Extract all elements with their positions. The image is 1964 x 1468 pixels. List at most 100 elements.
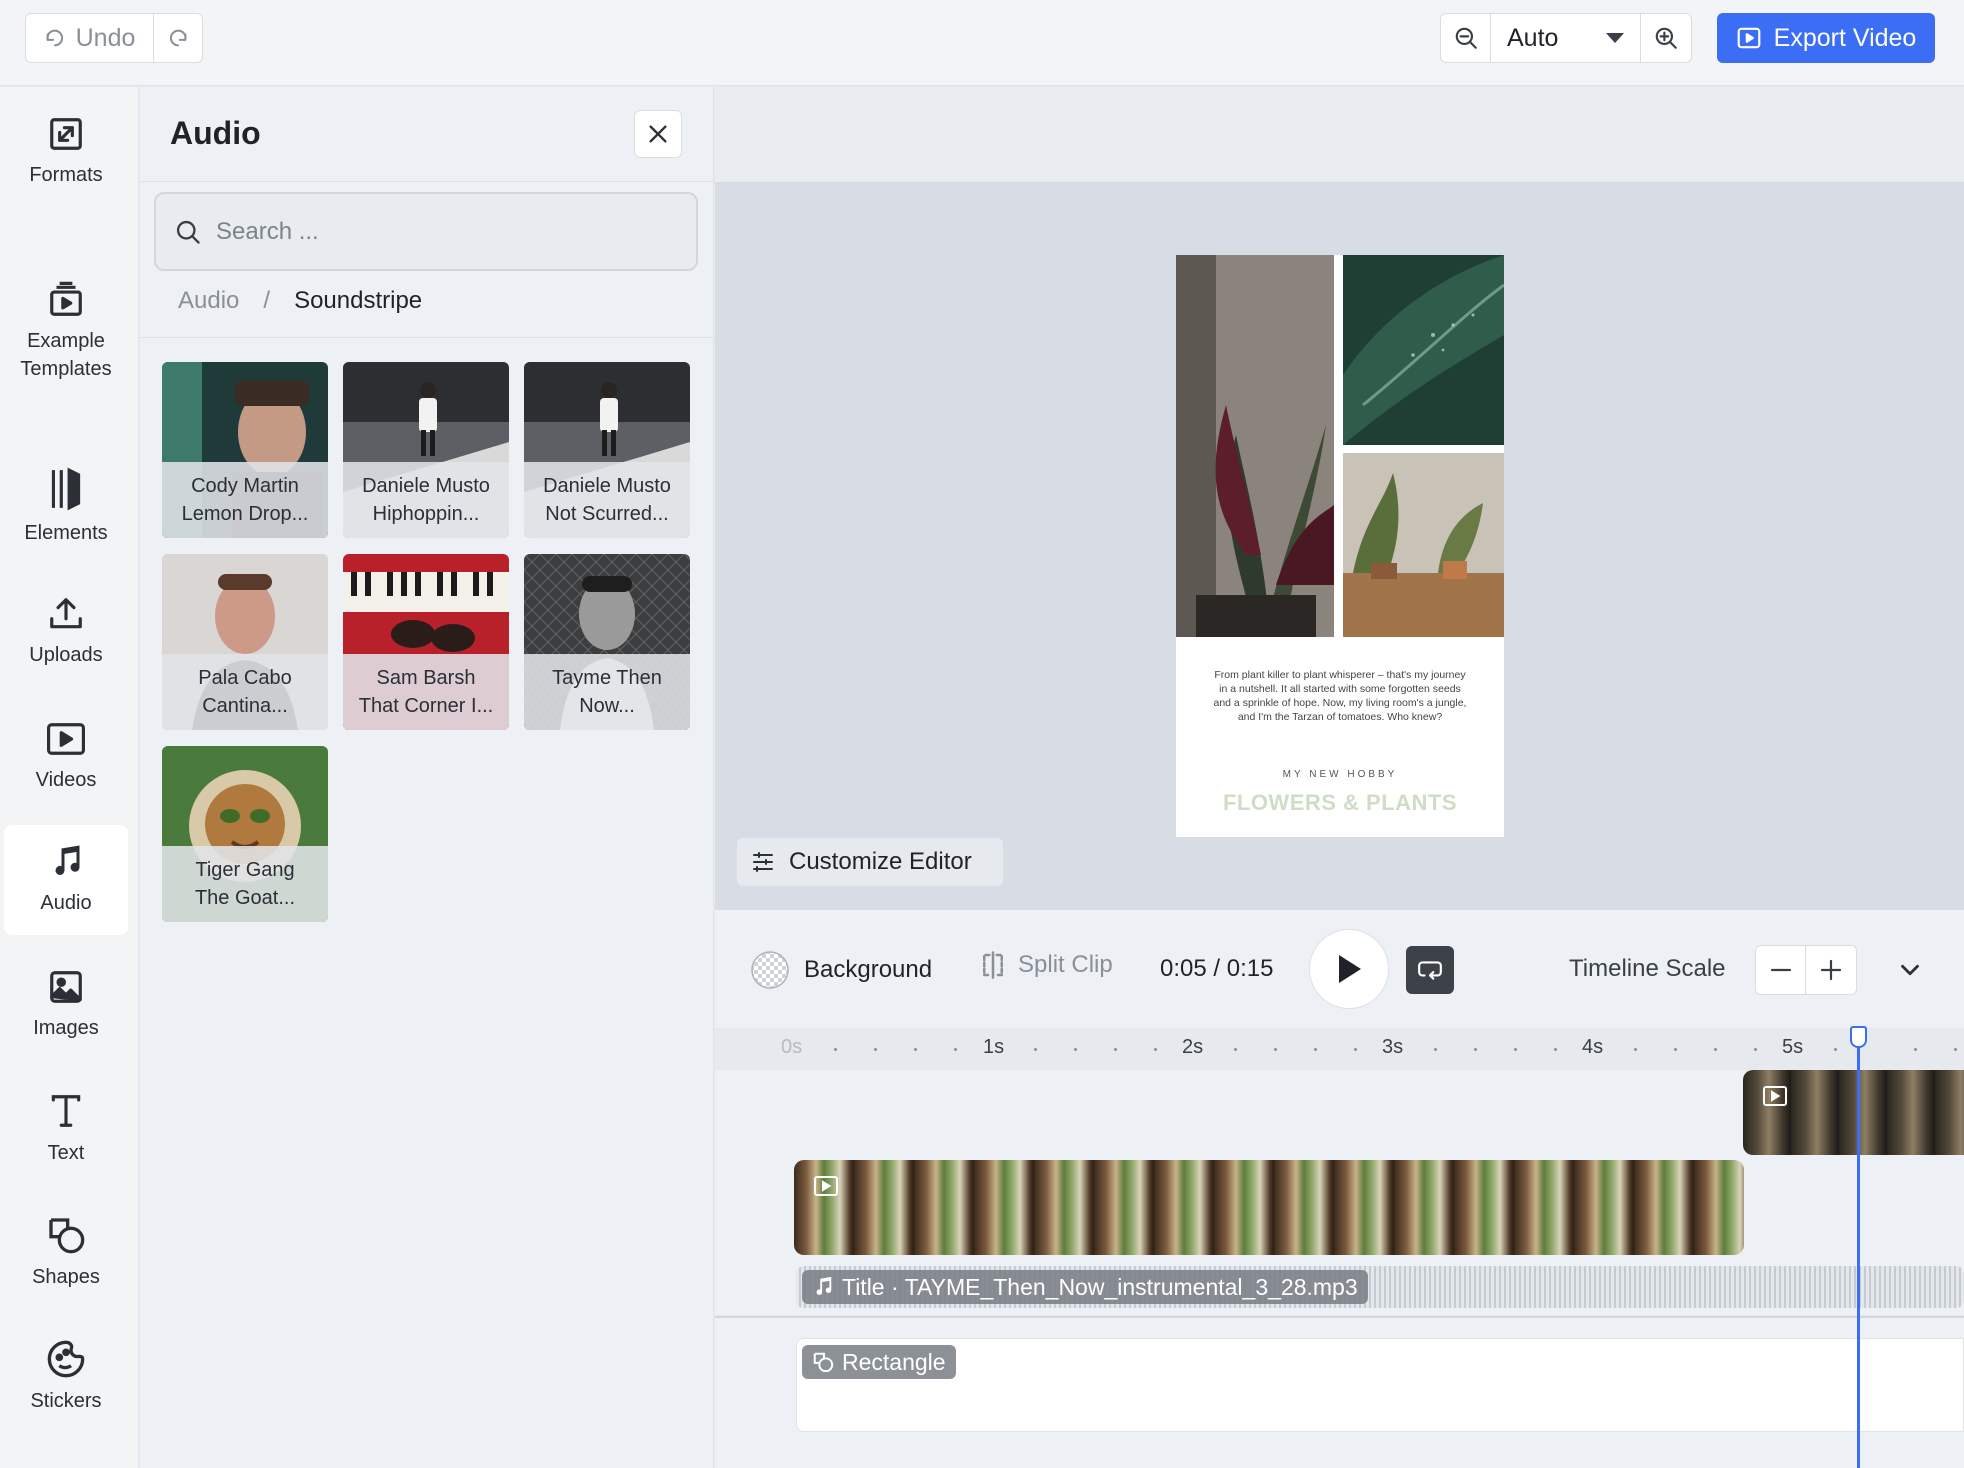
track-caption: Daniele Musto Hiphoppin...: [343, 462, 509, 538]
shapes-icon: [813, 1352, 834, 1373]
redo-button[interactable]: [154, 14, 202, 62]
track-artist: Tiger Gang: [195, 859, 295, 881]
split-clip-button[interactable]: Split Clip: [978, 950, 1113, 980]
undo-label: Undo: [75, 23, 136, 52]
track-caption: Pala Cabo Cantina...: [162, 654, 328, 730]
nav-text[interactable]: Text: [4, 1079, 128, 1179]
playhead[interactable]: [1857, 1026, 1860, 1468]
tick-mark: [1714, 1048, 1717, 1051]
undo-button[interactable]: Undo: [26, 14, 154, 62]
audio-track-tile[interactable]: Sam Barsh That Corner I...: [343, 554, 509, 730]
loop-toggle[interactable]: [1406, 946, 1454, 994]
tick-mark: [874, 1048, 877, 1051]
scale-decrease-button[interactable]: [1756, 946, 1806, 994]
top-toolbar: Undo Auto Export Video: [0, 0, 1964, 86]
audio-track-tile[interactable]: Cody Martin Lemon Drop...: [162, 362, 328, 538]
tick-mark: [1514, 1048, 1517, 1051]
shape-clip[interactable]: [796, 1338, 1964, 1432]
nav-formats[interactable]: Formats: [4, 102, 128, 202]
nav-videos[interactable]: Videos: [4, 707, 128, 807]
audio-track-tile[interactable]: Tiger Gang The Goat...: [162, 746, 328, 922]
nav-label: Text: [47, 1142, 85, 1164]
zoom-group: Auto: [1440, 13, 1692, 63]
timeline-scale-group: [1755, 945, 1857, 995]
zoom-select[interactable]: Auto: [1491, 14, 1641, 62]
audio-track-tile[interactable]: Pala Cabo Cantina...: [162, 554, 328, 730]
play-button[interactable]: [1309, 929, 1389, 1009]
split-icon: [983, 951, 1003, 979]
artboard-body-text[interactable]: From plant killer to plant whisperer – t…: [1212, 668, 1468, 724]
tick-label: 3s: [1382, 1036, 1404, 1058]
track-caption: Tayme Then Now...: [524, 654, 690, 730]
search-input[interactable]: [216, 217, 676, 246]
tick-label: 4s: [1582, 1036, 1604, 1058]
track-title: Cantina...: [202, 695, 288, 717]
video-clip-main[interactable]: [794, 1160, 1744, 1255]
artboard[interactable]: From plant killer to plant whisperer – t…: [1176, 255, 1504, 837]
nav-elements[interactable]: Elements: [4, 457, 128, 557]
artboard-kicker[interactable]: MY NEW HOBBY: [1176, 769, 1504, 780]
video-export-icon: [1737, 27, 1761, 49]
tick-mark: [1114, 1048, 1117, 1051]
scale-increase-button[interactable]: [1806, 946, 1856, 994]
breadcrumb: Audio / Soundstripe: [178, 287, 422, 315]
breadcrumb-audio[interactable]: Audio: [178, 287, 239, 315]
tick-mark: [1234, 1048, 1237, 1051]
nav-shapes[interactable]: Shapes: [4, 1203, 128, 1303]
customize-editor-button[interactable]: Customize Editor: [737, 838, 1003, 886]
tick-mark: [1434, 1048, 1437, 1051]
track-title: The Goat...: [194, 887, 296, 909]
nav-label: Shapes: [32, 1266, 100, 1288]
template-icon: [50, 281, 82, 316]
tick-mark: [1914, 1048, 1917, 1051]
nav-label: Formats: [29, 164, 103, 186]
zoom-out-icon: [1455, 27, 1477, 49]
nav-label: Stickers: [30, 1390, 102, 1412]
nav-stickers[interactable]: Stickers: [4, 1327, 128, 1427]
timecode: 0:05 / 0:15: [1160, 955, 1274, 982]
tick-label: 1s: [983, 1036, 1005, 1058]
collapse-timeline-button[interactable]: [1895, 955, 1925, 990]
zoom-out-button[interactable]: [1441, 14, 1491, 62]
resize-icon: [50, 118, 82, 150]
track-artist: Sam Barsh: [376, 667, 476, 689]
plants-shelf-photo[interactable]: [1343, 453, 1504, 637]
background-button[interactable]: Background: [750, 950, 932, 990]
audio-clip-name: Title · TAYME_Then_Now_instrumental_3_28…: [842, 1273, 1358, 1300]
nav-uploads[interactable]: Uploads: [4, 582, 128, 682]
video-icon: [1763, 1086, 1787, 1106]
track-caption: Tiger Gang The Goat...: [162, 846, 328, 922]
search-icon: [176, 220, 200, 244]
nav-audio[interactable]: Audio: [4, 825, 128, 935]
image-icon: [50, 971, 82, 1003]
audio-track-tile[interactable]: Daniele Musto Not Scurred...: [524, 362, 690, 538]
tick-mark: [1634, 1048, 1637, 1051]
track-title: That Corner I...: [358, 695, 494, 717]
nav-label: Example Templates: [20, 330, 112, 380]
track-artist: Pala Cabo: [198, 667, 292, 689]
export-video-button[interactable]: Export Video: [1717, 13, 1935, 63]
nav-example-templates[interactable]: Example Templates: [4, 267, 128, 397]
audio-track-tile[interactable]: Daniele Musto Hiphoppin...: [343, 362, 509, 538]
divider: [140, 337, 714, 338]
timeline-ruler[interactable]: [715, 1028, 1964, 1070]
video-clip-upper[interactable]: [1743, 1070, 1964, 1155]
playhead-handle[interactable]: [1850, 1026, 1867, 1048]
tick-label: 0s: [781, 1036, 803, 1058]
tick-mark: [1954, 1048, 1957, 1051]
tick-mark: [1754, 1048, 1757, 1051]
close-panel-button[interactable]: [634, 110, 682, 158]
artboard-headline[interactable]: FLOWERS & PLANTS: [1176, 790, 1504, 816]
tick-mark: [1554, 1048, 1557, 1051]
leaf-photo[interactable]: [1343, 255, 1504, 445]
zoom-in-button[interactable]: [1641, 14, 1691, 62]
tick-mark: [954, 1048, 957, 1051]
breadcrumb-separator: /: [263, 287, 271, 314]
plant-photo-left[interactable]: [1176, 255, 1334, 637]
elements-icon: [51, 467, 81, 511]
audio-track-tile[interactable]: Tayme Then Now...: [524, 554, 690, 730]
nav-label: Videos: [35, 769, 97, 791]
minus-icon: [1770, 968, 1791, 972]
track-artist: Daniele Musto: [543, 475, 671, 497]
nav-images[interactable]: Images: [4, 955, 128, 1055]
